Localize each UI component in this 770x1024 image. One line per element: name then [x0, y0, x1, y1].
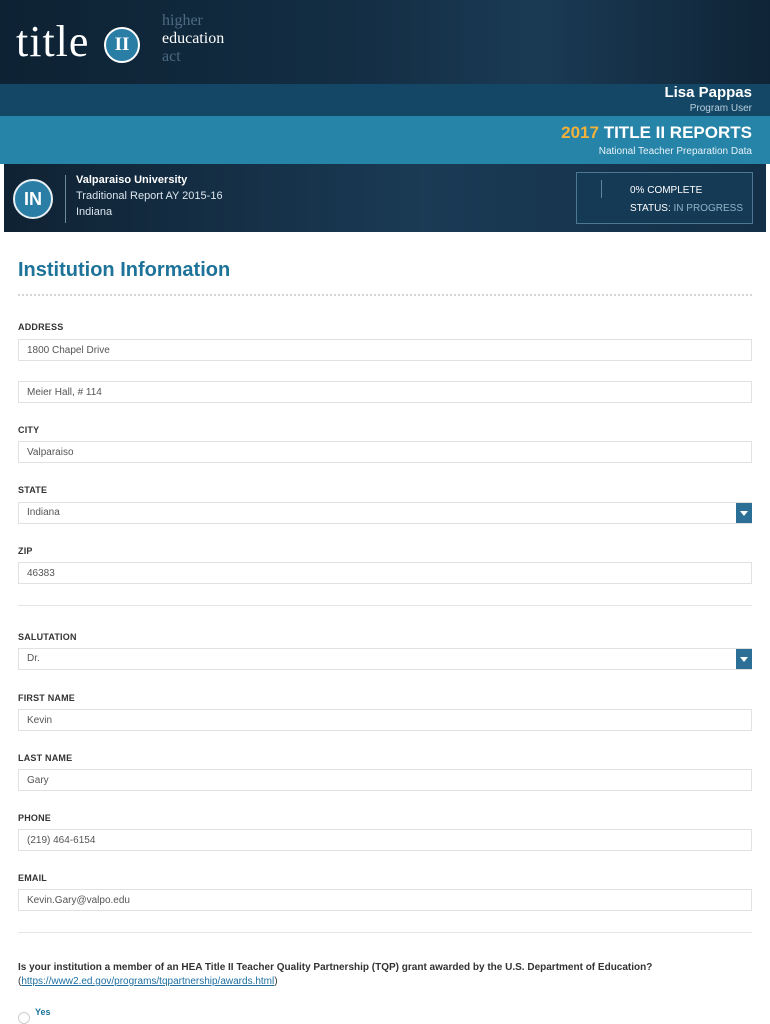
tqp-link-line: (https://www2.ed.gov/programs/tqpartners… — [18, 976, 278, 987]
email-label: EMAIL — [18, 873, 47, 883]
status-label-text: STATUS: — [630, 203, 671, 214]
state-label: STATE — [18, 485, 48, 495]
tqp-link[interactable]: https://www2.ed.gov/programs/tqpartnersh… — [21, 976, 274, 987]
tqp-question: Is your institution a member of an HEA T… — [18, 962, 653, 973]
form-divider — [18, 605, 752, 606]
reports-subtitle: National Teacher Preparation Data — [598, 146, 752, 157]
last-name-label: LAST NAME — [18, 753, 73, 763]
zip-label: ZIP — [18, 546, 33, 556]
tqp-yes-label[interactable]: Yes — [35, 1007, 51, 1017]
user-name[interactable]: Lisa Pappas — [664, 84, 752, 101]
form-divider — [18, 932, 752, 933]
reports-bar: 2017 TITLE II REPORTS National Teacher P… — [0, 116, 770, 164]
state-badge: IN — [13, 179, 53, 219]
salutation-select-value: Dr. — [27, 653, 40, 664]
city-input[interactable] — [18, 441, 752, 463]
institution-report: Traditional Report AY 2015-16 — [76, 190, 223, 202]
reports-title-text: TITLE II REPORTS — [603, 123, 752, 142]
city-label: CITY — [18, 425, 40, 435]
institution-bar: IN Valparaiso University Traditional Rep… — [4, 164, 766, 232]
logo-word-act: act — [162, 48, 181, 65]
status-label: STATUS: IN PROGRESS — [630, 203, 743, 214]
first-name-input[interactable] — [18, 709, 752, 731]
institution-divider — [65, 175, 66, 223]
status-progress-bar — [601, 180, 602, 198]
section-title: Institution Information — [18, 259, 231, 281]
reports-year: 2017 — [561, 123, 599, 142]
user-role: Program User — [689, 103, 752, 114]
logo-word-higher: higher — [162, 12, 203, 29]
tqp-link-close: ) — [274, 976, 278, 987]
zip-input[interactable] — [18, 562, 752, 584]
phone-input[interactable] — [18, 829, 752, 851]
tqp-yes-radio[interactable] — [18, 1012, 30, 1024]
institution-name: Valparaiso University — [76, 174, 188, 186]
status-value: IN PROGRESS — [673, 203, 743, 214]
user-bar: Lisa Pappas Program User — [0, 84, 770, 116]
first-name-label: FIRST NAME — [18, 693, 75, 703]
salutation-label: SALUTATION — [18, 632, 77, 642]
progress-label: 0% COMPLETE — [630, 185, 703, 196]
state-select-value: Indiana — [27, 507, 60, 518]
state-select[interactable]: Indiana — [18, 502, 752, 524]
status-box: 0% COMPLETE STATUS: IN PROGRESS — [576, 172, 753, 224]
address-label: ADDRESS — [18, 322, 64, 332]
salutation-select[interactable]: Dr. — [18, 648, 752, 670]
logo-word-education: education — [162, 30, 225, 47]
chevron-down-icon[interactable] — [736, 649, 752, 669]
last-name-input[interactable] — [18, 769, 752, 791]
address-line2-input[interactable] — [18, 381, 752, 403]
logo-badge: II — [104, 27, 140, 63]
section-divider — [18, 294, 752, 296]
phone-label: PHONE — [18, 813, 52, 823]
site-header: title II higher education act — [0, 0, 770, 84]
institution-state: Indiana — [76, 206, 113, 218]
logo-title: title — [16, 17, 90, 66]
address-line1-input[interactable] — [18, 339, 752, 361]
logo-words: higher education act — [162, 12, 224, 66]
reports-title: 2017 TITLE II REPORTS — [561, 123, 752, 143]
chevron-down-icon[interactable] — [736, 503, 752, 523]
email-input[interactable] — [18, 889, 752, 911]
